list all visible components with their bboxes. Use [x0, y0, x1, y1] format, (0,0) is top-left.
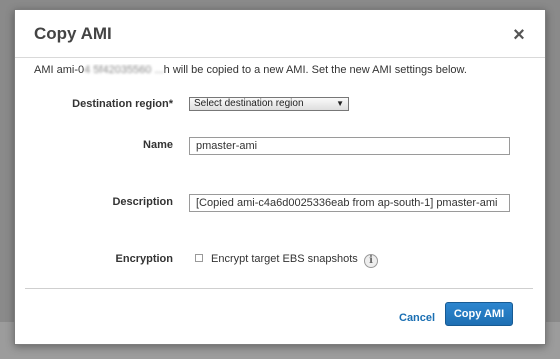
dialog-header: Copy AMI × — [15, 10, 545, 58]
intro-suffix: h will be copied to a new AMI. Set the n… — [163, 64, 467, 76]
intro-obscured-id: 4 5f42035560 ... — [84, 64, 164, 76]
info-icon[interactable]: i — [364, 254, 378, 268]
name-input[interactable]: pmaster-ami — [189, 137, 510, 155]
description-input[interactable]: [Copied ami-c4a6d0025336eab from ap-sout… — [189, 194, 510, 212]
footer-divider — [25, 288, 533, 289]
encrypt-checkbox-label[interactable]: Encrypt target EBS snapshots — [211, 253, 358, 265]
encryption-label: Encryption — [115, 253, 173, 265]
intro-prefix: AMI ami-0 — [34, 64, 85, 76]
dropdown-arrow-icon: ▼ — [336, 99, 344, 108]
name-label: Name — [143, 139, 173, 151]
destination-region-select[interactable]: Select destination region ▼ — [189, 97, 349, 111]
copy-ami-button[interactable]: Copy AMI — [445, 302, 513, 326]
dialog-title: Copy AMI — [34, 24, 112, 43]
copy-ami-dialog: Copy AMI × AMI ami-04 5f42035560 ...h wi… — [14, 9, 546, 345]
description-label: Description — [112, 196, 173, 208]
destination-region-value: Select destination region — [194, 98, 304, 109]
close-icon[interactable]: × — [509, 25, 529, 45]
encrypt-checkbox[interactable] — [195, 254, 203, 262]
destination-region-label: Destination region* — [72, 98, 173, 110]
cancel-button[interactable]: Cancel — [399, 312, 435, 324]
intro-text: AMI ami-04 5f42035560 ...h will be copie… — [34, 64, 534, 76]
